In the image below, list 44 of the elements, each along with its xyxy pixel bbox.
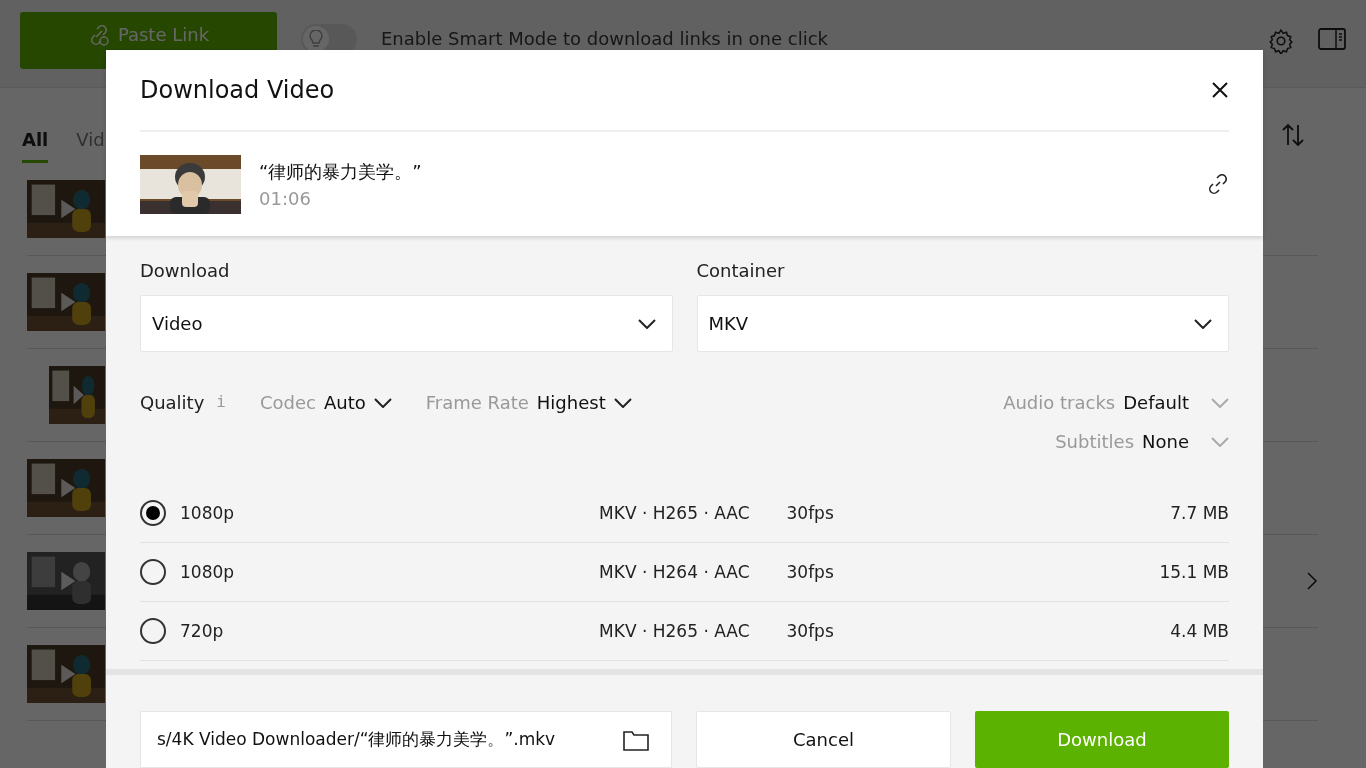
frame-rate: 30fps [785, 503, 834, 523]
smart-mode-label: Enable Smart Mode to download links in one click [381, 28, 830, 49]
folder-icon[interactable] [623, 728, 649, 751]
dialog-title: Download Video [140, 76, 335, 104]
chevron-down-icon [373, 397, 392, 408]
resolution: 1080p [180, 562, 235, 582]
chevron-down-icon [1211, 436, 1229, 447]
format-info: MKV · H265 · AAC [599, 621, 750, 641]
radio-button[interactable] [140, 618, 166, 644]
file-size: 7.7 MB [1170, 503, 1229, 523]
chevron-down-icon [637, 318, 656, 329]
frame-rate: 30fps [785, 562, 834, 582]
chevron-down-icon [613, 397, 632, 408]
field-label: Download [140, 260, 231, 281]
field-label: Container [696, 260, 786, 281]
cancel-button[interactable]: Cancel [696, 711, 951, 768]
close-button[interactable] [1211, 81, 1229, 99]
file-size: 4.4 MB [1170, 621, 1229, 641]
file-size: 15.1 MB [1159, 562, 1229, 582]
chevron-down-icon [1194, 318, 1212, 329]
save-path-field[interactable]: s/4K Video Downloader/“律师的暴力美学。”.mkv [140, 711, 672, 768]
lightbulb-icon [309, 30, 323, 48]
chevron-right-icon[interactable] [1306, 571, 1318, 591]
frame-rate: 30fps [785, 621, 834, 641]
format-info: MKV · H264 · AAC [599, 562, 750, 582]
radio-button[interactable] [140, 500, 166, 526]
video-duration: 01:06 [259, 187, 312, 209]
link-icon[interactable] [1207, 173, 1229, 195]
sort-icon[interactable] [1282, 123, 1304, 147]
dropdown-select[interactable]: MKV [696, 295, 1229, 352]
video-title: “律师的暴力美学。” [259, 159, 423, 184]
track-dropdown[interactable]: Audio tracks Default [1003, 392, 1229, 413]
format-info: MKV · H265 · AAC [599, 503, 750, 523]
radio-button[interactable] [140, 559, 166, 585]
resolution: 720p [180, 621, 224, 641]
chevron-down-icon [1211, 397, 1229, 408]
filter-dropdown[interactable]: Frame Rate Highest [425, 392, 632, 413]
quality-label: Quality [140, 392, 205, 413]
sidebar-icon[interactable] [1318, 28, 1346, 50]
filter-dropdown[interactable]: Codec Auto [259, 392, 392, 413]
settings-icon[interactable] [1268, 28, 1294, 54]
dropdown-select[interactable]: Video [140, 295, 673, 352]
track-dropdown[interactable]: Subtitles None [1055, 431, 1229, 452]
resolution: 1080p [180, 503, 235, 523]
